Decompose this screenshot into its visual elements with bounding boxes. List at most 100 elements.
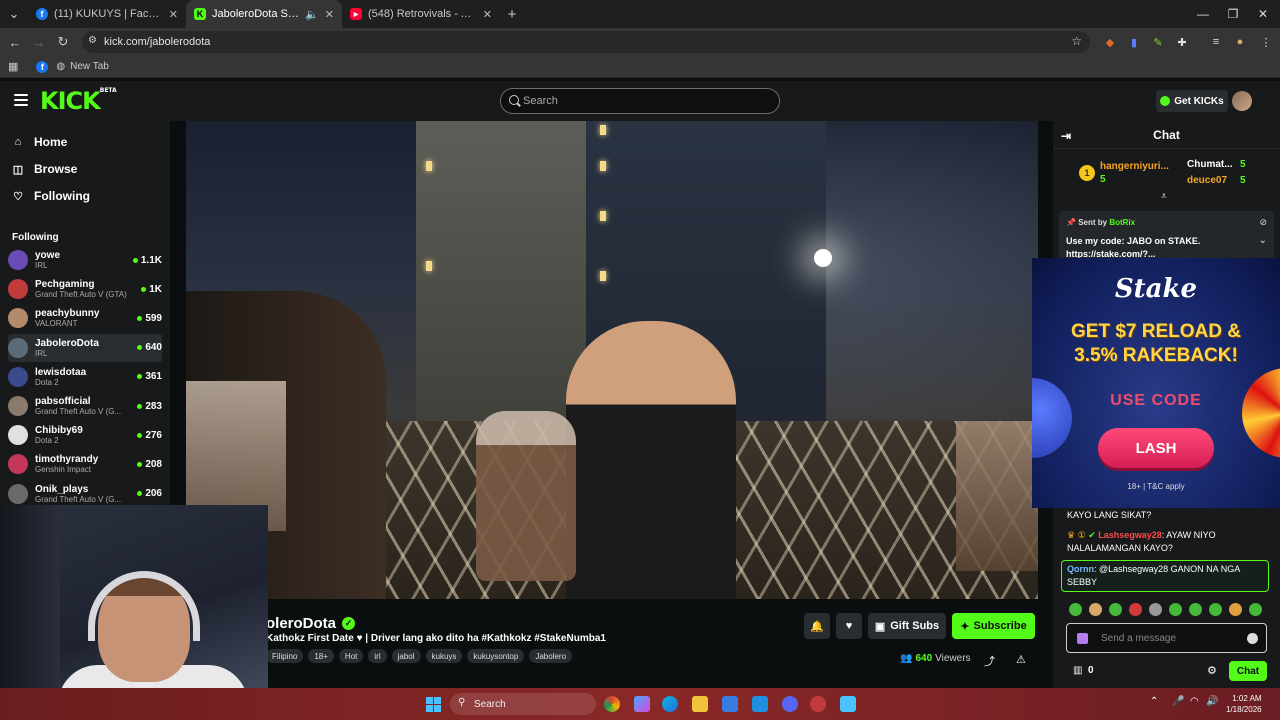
chat-username[interactable]: Qornn [1067,564,1094,574]
chevron-down-icon[interactable]: ⌄ [1259,235,1267,246]
stream-tag[interactable]: irl [368,649,387,663]
extension-icon[interactable]: ◆ [1102,34,1118,50]
close-tab-icon[interactable]: ✕ [483,8,492,21]
new-tab-button[interactable]: + [500,2,524,26]
restore-icon[interactable]: ❐ [1216,0,1250,28]
emote-icon[interactable] [1249,603,1262,616]
emote-icon[interactable] [1109,603,1122,616]
stream-tag[interactable]: kukuysontop [467,649,525,663]
microphone-icon[interactable]: 🎤 [1172,696,1184,707]
stream-tag[interactable]: Filipino [266,649,304,663]
stream-tag[interactable]: kukuys [425,649,463,663]
subscribe-button[interactable]: ✦ Subscribe [952,613,1035,639]
windows-start-icon[interactable] [426,697,441,712]
chat-settings-gear-icon[interactable]: ⚙ [1207,664,1217,677]
following-channel-item[interactable]: Chibiby69 Dota 2 276 [8,421,162,449]
browser-tab-facebook[interactable]: f (11) KUKUYS | Facebook ✕ [28,0,186,28]
profile-icon[interactable]: ● [1232,34,1248,50]
emoji-icon[interactable] [1247,633,1258,644]
edge-icon[interactable] [662,696,678,712]
user-avatar[interactable] [1232,91,1252,111]
mail-icon[interactable] [752,696,768,712]
minimize-icon[interactable]: — [1186,0,1220,28]
gifter-name[interactable]: deuce07 [1187,175,1227,186]
bookmark-new-tab[interactable]: New Tab [70,61,109,72]
report-warning-icon[interactable]: ⚠ [1016,653,1026,666]
share-icon[interactable]: ⤴ [984,653,995,669]
url-input[interactable]: ⚙ kick.com/jabolerodota ☆ [82,31,1090,53]
facebook-bookmark-icon[interactable]: f [36,60,49,73]
app-icon[interactable] [810,696,826,712]
following-channel-item[interactable]: pabsofficial Grand Theft Auto V (G... 283 [8,392,162,420]
stream-tag[interactable]: jabol [391,649,421,663]
stream-tag[interactable]: 18+ [308,649,334,663]
following-channel-item[interactable]: yowe IRL 1.1K [8,246,162,274]
extension-icon[interactable]: ▮ [1126,34,1142,50]
points-icon[interactable]: ▥ [1073,665,1082,676]
close-tab-icon[interactable]: ✕ [169,8,178,21]
emote-icon[interactable] [1069,603,1082,616]
following-channel-item[interactable]: timothyrandy Genshin Impact 208 [8,450,162,478]
gifter-name[interactable]: Chumat... [1187,159,1233,170]
get-kicks-button[interactable]: Get KICKs [1156,90,1228,112]
reload-icon[interactable]: ↻ [51,30,75,54]
close-window-icon[interactable]: ✕ [1246,0,1280,28]
gift-subs-button[interactable]: ▣ Gift Subs [868,613,946,639]
emote-icon[interactable] [1089,603,1102,616]
discord-icon[interactable] [782,696,798,712]
unpin-icon[interactable]: ⊘ [1259,217,1267,228]
chrome-icon[interactable] [604,696,620,712]
file-explorer-icon[interactable] [692,696,708,712]
kick-logo[interactable]: KICKBETA [40,87,117,115]
apps-grid-icon[interactable]: ▦ [8,60,18,73]
stream-tag[interactable]: Hot [338,649,364,663]
emote-icon[interactable] [1149,603,1162,616]
following-channel-item[interactable]: JaboleroDota IRL 640 [8,333,162,362]
speaker-icon[interactable]: 🔈 [305,8,319,21]
nav-following[interactable]: ♡ Following [12,189,90,203]
media-control-icon[interactable]: ≡ [1208,34,1224,50]
expand-gifters-icon[interactable]: ⩡ [1161,191,1167,202]
forward-icon[interactable]: → [27,30,51,54]
following-channel-item[interactable]: Pechgaming Grand Theft Auto V (GTA) 1K [8,275,162,303]
chat-message-input[interactable]: Send a message [1066,623,1267,653]
emote-icon[interactable] [1129,603,1142,616]
back-icon[interactable]: ← [3,30,27,54]
wifi-icon[interactable]: ◠ [1190,696,1199,707]
browser-tab-kick[interactable]: K JaboleroDota Stream - Watch 🔈 ✕ [186,0,342,28]
emote-icon[interactable] [1189,603,1202,616]
copilot-icon[interactable] [634,696,650,712]
emote-icon[interactable] [1169,603,1182,616]
site-info-icon[interactable]: ⚙ [88,35,97,46]
notepad-icon[interactable] [840,696,856,712]
nav-browse[interactable]: ◫ Browse [12,162,78,176]
search-input[interactable]: Search [500,88,780,114]
emote-icon[interactable] [1209,603,1222,616]
following-channel-item[interactable]: peachybunny VALORANT 599 [8,304,162,332]
bookmark-star-icon[interactable]: ☆ [1071,34,1082,48]
taskbar-clock[interactable]: 1:02 AM 1/18/2026 [1226,693,1262,715]
streamer-name[interactable]: oleroDota ✓ [266,615,356,632]
follow-heart-button[interactable]: ♥ [836,613,862,639]
emote-icon[interactable] [1229,603,1242,616]
collapse-chat-icon[interactable]: ⇥ [1061,129,1071,143]
close-tab-icon[interactable]: ✕ [325,8,334,21]
tray-chevron-icon[interactable]: ⌃ [1150,696,1158,707]
volume-icon[interactable]: 🔊 [1206,696,1218,707]
gifter-name[interactable]: hangerniyuri... [1100,161,1169,172]
taskbar-search-input[interactable]: ⚲ Search [450,693,596,715]
extension-icon[interactable]: ✎ [1150,34,1166,50]
gift-icon[interactable] [1077,633,1088,644]
stream-tag[interactable]: Jabolero [529,649,573,663]
stake-ad-banner[interactable]: Stake GET $7 RELOAD & 3.5% RAKEBACK! USE… [1032,258,1280,508]
menu-kebab-icon[interactable]: ⋮ [1258,34,1274,50]
extensions-puzzle-icon[interactable]: ✚ [1174,34,1190,50]
following-channel-item[interactable]: Onik_plays Grand Theft Auto V (G... 206 [8,480,162,508]
following-channel-item[interactable]: lewisdotaa Dota 2 361 [8,363,162,391]
store-icon[interactable] [722,696,738,712]
menu-hamburger-icon[interactable] [14,94,28,109]
chat-username[interactable]: Lashsegway28 [1098,530,1162,540]
nav-home[interactable]: ⌂ Home [12,135,68,149]
notification-bell-button[interactable]: 🔔 [804,613,830,639]
ad-code-button[interactable]: LASH [1098,428,1214,468]
